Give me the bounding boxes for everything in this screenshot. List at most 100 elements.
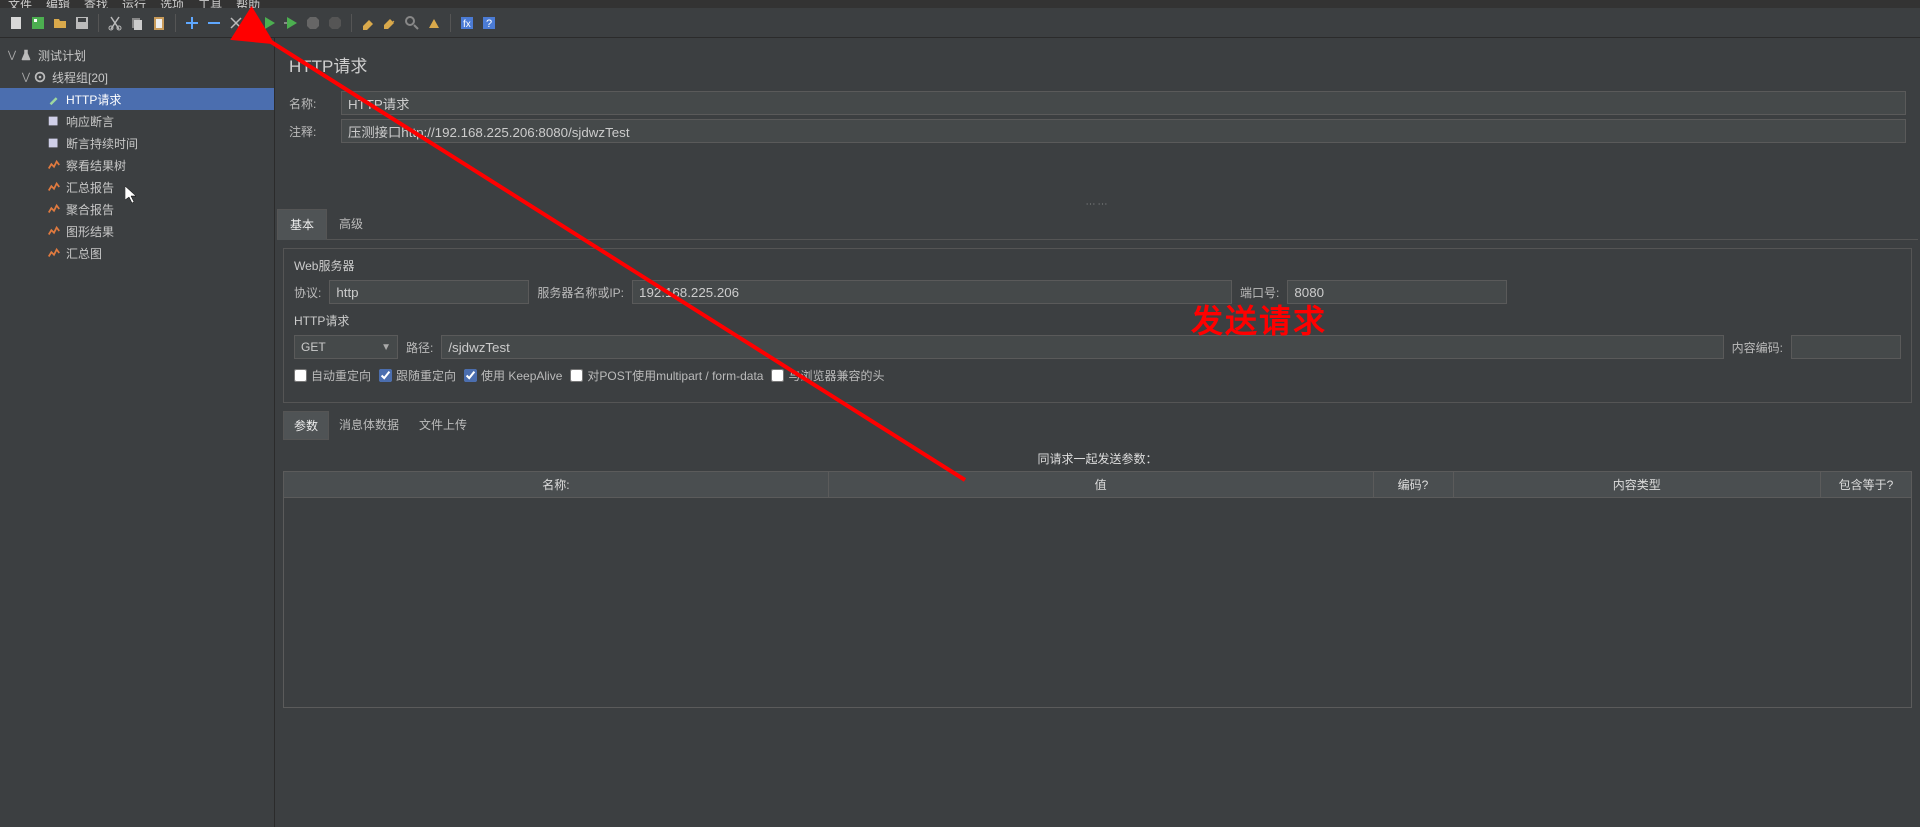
cb-label: 对POST使用multipart / form-data: [587, 367, 763, 384]
params-table-body[interactable]: [283, 498, 1912, 708]
cb-label: 与浏览器兼容的头: [788, 367, 884, 384]
tree-item[interactable]: 图形结果: [0, 220, 274, 242]
method-select[interactable]: GET ▼: [294, 335, 398, 359]
col-equal[interactable]: 包含等于?: [1821, 472, 1911, 497]
col-value[interactable]: 值: [829, 472, 1374, 497]
follow-redirect-checkbox[interactable]: [379, 369, 392, 382]
tree-label: 察看结果树: [66, 157, 126, 174]
tree-item[interactable]: 响应断言: [0, 110, 274, 132]
auto-redirect-checkbox[interactable]: [294, 369, 307, 382]
col-encode[interactable]: 编码?: [1374, 472, 1454, 497]
server-label: 服务器名称或IP:: [537, 284, 624, 301]
tree-item-http[interactable]: HTTP请求: [0, 88, 274, 110]
tree-label: 响应断言: [66, 113, 114, 130]
path-label: 路径:: [406, 339, 433, 356]
function-icon[interactable]: fx: [457, 13, 477, 33]
pipette-icon: [46, 91, 62, 107]
content-panel: HTTP请求 名称: 注释: ⋯⋯ 基本 高级 Web服务器 协议: 服务器名称…: [275, 38, 1920, 827]
help-icon[interactable]: ?: [479, 13, 499, 33]
tree-item[interactable]: 汇总图: [0, 242, 274, 264]
cb-label: 跟随重定向: [396, 367, 456, 384]
run-notimer-icon[interactable]: [281, 13, 301, 33]
stop-icon[interactable]: [303, 13, 323, 33]
tree-root[interactable]: ⋁ 测试计划: [0, 44, 274, 66]
toggle-icon[interactable]: [226, 13, 246, 33]
web-server-section: Web服务器 协议: 服务器名称或IP: 端口号: HTTP请求 GET ▼ 路…: [283, 248, 1912, 403]
browser-headers-checkbox[interactable]: [771, 369, 784, 382]
encoding-input[interactable]: [1791, 335, 1901, 359]
menu-item[interactable]: 查找: [84, 0, 108, 8]
method-value: GET: [301, 340, 326, 354]
section-title: Web服务器: [294, 257, 1901, 274]
tab-params[interactable]: 参数: [283, 411, 329, 440]
reset-search-icon[interactable]: [424, 13, 444, 33]
chevron-down-icon: ▼: [381, 342, 391, 353]
comment-label: 注释:: [289, 123, 341, 140]
name-input[interactable]: [341, 91, 1906, 115]
save-icon[interactable]: [72, 13, 92, 33]
comment-input[interactable]: [341, 119, 1906, 143]
collapse-icon[interactable]: [204, 13, 224, 33]
chart-icon: [46, 223, 62, 239]
chevron-down-icon[interactable]: ⋁: [6, 50, 18, 61]
assert-icon: [46, 113, 62, 129]
paste-icon[interactable]: [149, 13, 169, 33]
protocol-input[interactable]: [329, 280, 529, 304]
expand-icon[interactable]: [182, 13, 202, 33]
clear-icon[interactable]: [358, 13, 378, 33]
tree-label: 聚合报告: [66, 201, 114, 218]
tab-body[interactable]: 消息体数据: [329, 411, 409, 440]
gear-icon: [32, 69, 48, 85]
menu-item[interactable]: 编辑: [46, 0, 70, 8]
tab-upload[interactable]: 文件上传: [409, 411, 477, 440]
col-content-type[interactable]: 内容类型: [1454, 472, 1822, 497]
search-icon[interactable]: [402, 13, 422, 33]
name-label: 名称:: [289, 95, 341, 112]
menu-item[interactable]: 帮助: [236, 0, 260, 8]
run-icon[interactable]: [259, 13, 279, 33]
shutdown-icon[interactable]: [325, 13, 345, 33]
params-header: 名称: 值 编码? 内容类型 包含等于?: [283, 471, 1912, 498]
open-icon[interactable]: [50, 13, 70, 33]
toolbar: fx ?: [0, 8, 1920, 38]
tree-label: 图形结果: [66, 223, 114, 240]
tree-group[interactable]: ⋁ 线程组[20]: [0, 66, 274, 88]
template-icon[interactable]: [28, 13, 48, 33]
chevron-down-icon[interactable]: ⋁: [20, 72, 32, 83]
tree-item[interactable]: 聚合报告: [0, 198, 274, 220]
menu-item[interactable]: 工具: [198, 0, 222, 8]
assert-icon: [46, 135, 62, 151]
chart-icon: [46, 157, 62, 173]
cut-icon[interactable]: [105, 13, 125, 33]
new-icon[interactable]: [6, 13, 26, 33]
col-name[interactable]: 名称:: [284, 472, 829, 497]
protocol-label: 协议:: [294, 284, 321, 301]
splitter-handle[interactable]: ⋯⋯: [275, 199, 1920, 209]
flask-icon: [18, 47, 34, 63]
copy-icon[interactable]: [127, 13, 147, 33]
server-input[interactable]: [632, 280, 1232, 304]
menu-item[interactable]: 选项: [160, 0, 184, 8]
menu-bar: 文件 编辑 查找 运行 选项 工具 帮助: [0, 0, 1920, 8]
config-tabs: 基本 高级: [277, 209, 1918, 240]
tree-label: HTTP请求: [66, 91, 121, 108]
tab-basic[interactable]: 基本: [277, 209, 327, 240]
clearall-icon[interactable]: [380, 13, 400, 33]
multipart-checkbox[interactable]: [570, 369, 583, 382]
path-input[interactable]: [441, 335, 1723, 359]
cb-label: 自动重定向: [311, 367, 371, 384]
chart-icon: [46, 245, 62, 261]
menu-item[interactable]: 运行: [122, 0, 146, 8]
cb-label: 使用 KeepAlive: [481, 367, 562, 384]
keepalive-checkbox[interactable]: [464, 369, 477, 382]
tree-item[interactable]: 断言持续时间: [0, 132, 274, 154]
tree-item[interactable]: 察看结果树: [0, 154, 274, 176]
menu-item[interactable]: 文件: [8, 0, 32, 8]
tree-label: 测试计划: [38, 47, 86, 64]
svg-text:fx: fx: [463, 19, 471, 30]
encoding-label: 内容编码:: [1732, 339, 1783, 356]
tree-label: 汇总报告: [66, 179, 114, 196]
tab-advanced[interactable]: 高级: [327, 209, 375, 239]
tree-item[interactable]: 汇总报告: [0, 176, 274, 198]
port-input[interactable]: [1287, 280, 1507, 304]
